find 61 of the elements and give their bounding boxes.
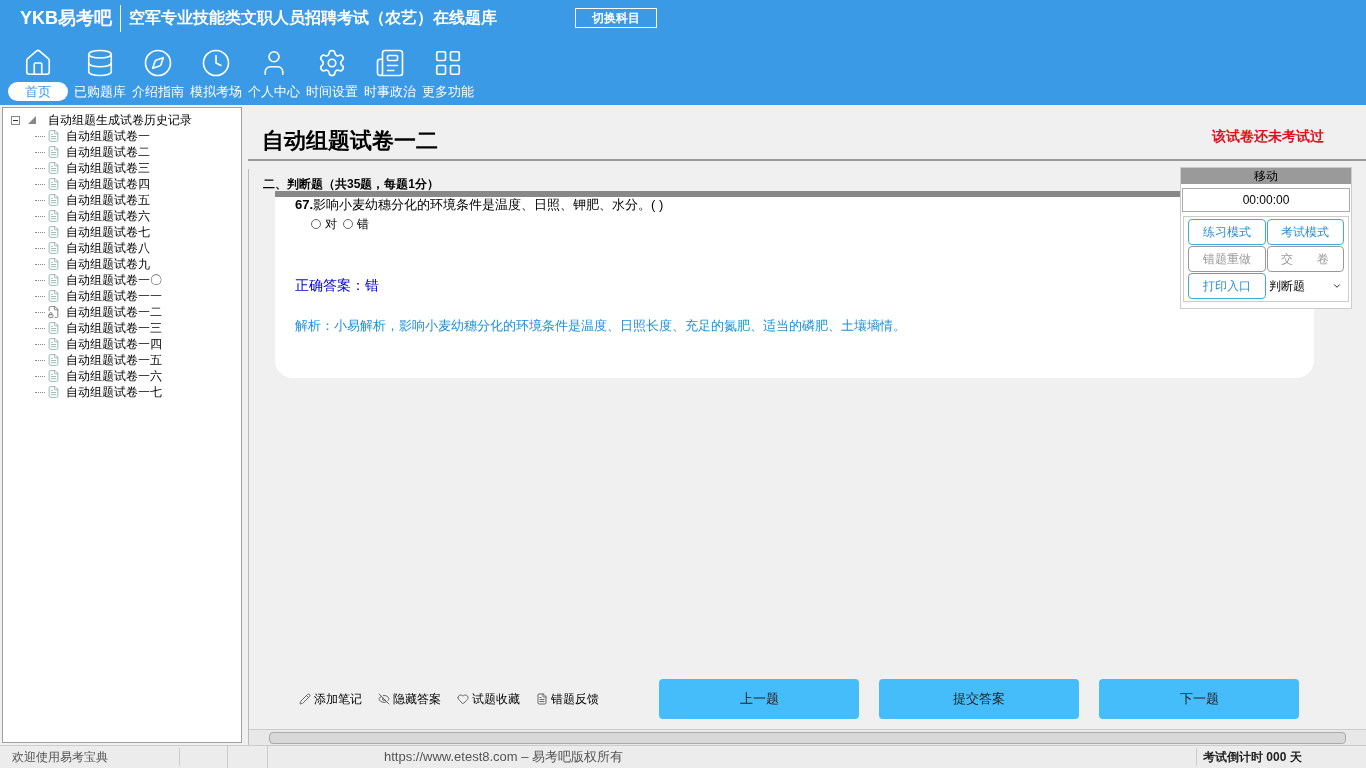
tree-item[interactable]: 自动组题试卷八 bbox=[66, 239, 150, 257]
tree-item[interactable]: 自动组题试卷一〇 bbox=[66, 271, 162, 289]
tree-item[interactable]: 自动组题试卷一三 bbox=[66, 319, 162, 337]
tree-item[interactable]: 自动组题试卷六 bbox=[66, 207, 150, 225]
newspaper-icon bbox=[375, 48, 405, 78]
tree-item[interactable]: 自动组题试卷四 bbox=[66, 175, 150, 193]
tree-item[interactable]: 自动组题试卷一七 bbox=[66, 383, 162, 401]
pencil-icon bbox=[299, 693, 311, 705]
mode-button[interactable]: 练习模式 bbox=[1188, 219, 1266, 245]
tree-item[interactable]: 自动组题试卷二 bbox=[66, 143, 150, 161]
copyright-text: https://www.etest8.com – 易考吧版权所有 bbox=[383, 748, 625, 767]
horizontal-scrollbar[interactable] bbox=[249, 729, 1366, 745]
clock-icon bbox=[201, 48, 231, 78]
logo: YKB易考吧 bbox=[20, 4, 121, 32]
tree-item[interactable]: 自动组题试卷五 bbox=[66, 191, 150, 209]
question-nav-button[interactable]: 上一题 bbox=[659, 679, 859, 719]
database-icon bbox=[85, 48, 115, 78]
app-title: 空军专业技能类文职人员招聘考试（农艺）在线题库 bbox=[128, 8, 497, 28]
welcome-text: 欢迎使用易考宝典 bbox=[0, 748, 180, 766]
tree-item[interactable]: 自动组题试卷一五 bbox=[66, 351, 162, 369]
question-number: 67. bbox=[295, 197, 314, 212]
tree-item[interactable]: 自动组题试卷一一 bbox=[66, 287, 162, 305]
tool-link[interactable]: 隐藏答案 bbox=[393, 690, 441, 708]
tool-link[interactable]: 错题反馈 bbox=[551, 690, 599, 708]
mode-button[interactable]: 打印入口 bbox=[1188, 273, 1266, 299]
question-type-select[interactable]: 判断题 bbox=[1266, 273, 1344, 299]
section-heading: 二、判断题（共35题，每题1分） bbox=[263, 176, 440, 191]
option-label: 对 bbox=[325, 216, 337, 233]
heart-icon bbox=[457, 693, 469, 705]
radio-button[interactable] bbox=[311, 219, 321, 229]
tree-item[interactable]: 自动组题试卷一二 bbox=[66, 303, 162, 321]
tree-item[interactable]: 自动组题试卷一四 bbox=[66, 335, 162, 353]
triangle-icon bbox=[28, 116, 36, 124]
eye-off-icon bbox=[378, 693, 390, 705]
grid-icon bbox=[433, 48, 463, 78]
tree-item[interactable]: 自动组题试卷七 bbox=[66, 223, 150, 241]
question-nav-button[interactable]: 下一题 bbox=[1099, 679, 1299, 719]
tool-link[interactable]: 添加笔记 bbox=[314, 690, 362, 708]
question-nav-button[interactable]: 提交答案 bbox=[879, 679, 1079, 719]
countdown-text: 考试倒计时 000 天 bbox=[1196, 748, 1366, 766]
settings-icon bbox=[317, 48, 347, 78]
timer-display: 00:00:00 bbox=[1182, 188, 1350, 212]
correct-answer: 正确答案：错 bbox=[295, 276, 379, 295]
collapse-toggle[interactable] bbox=[11, 115, 20, 125]
tree-root-label[interactable]: 自动组题生成试卷历史记录 bbox=[48, 111, 192, 129]
tree-item[interactable]: 自动组题试卷一 bbox=[66, 127, 150, 145]
document-icon bbox=[536, 693, 548, 705]
question-text: 影响小麦幼穗分化的环境条件是温度、日照、钾肥、水分。( ) bbox=[313, 197, 664, 212]
compass-icon bbox=[143, 48, 173, 78]
tree-item[interactable]: 自动组题试卷三 bbox=[66, 159, 150, 177]
home-icon bbox=[23, 48, 53, 78]
tree-item[interactable]: 自动组题试卷九 bbox=[66, 255, 150, 273]
tool-link[interactable]: 试题收藏 bbox=[472, 690, 520, 708]
panel-header[interactable]: 移动 bbox=[1181, 168, 1351, 184]
radio-button[interactable] bbox=[343, 219, 353, 229]
tree-item[interactable]: 自动组题试卷一六 bbox=[66, 367, 162, 385]
mode-button[interactable]: 考试模式 bbox=[1266, 219, 1344, 245]
exam-status: 该试卷还未考试过 bbox=[1212, 127, 1324, 146]
option-label: 错 bbox=[357, 216, 369, 233]
answer-analysis: 解析：小易解析，影响小麦幼穗分化的环境条件是温度、日照长度、充足的氮肥、适当的磷肥、土壤墒情。 bbox=[295, 317, 906, 335]
paper-title: 自动组题试卷一二 bbox=[262, 127, 438, 155]
